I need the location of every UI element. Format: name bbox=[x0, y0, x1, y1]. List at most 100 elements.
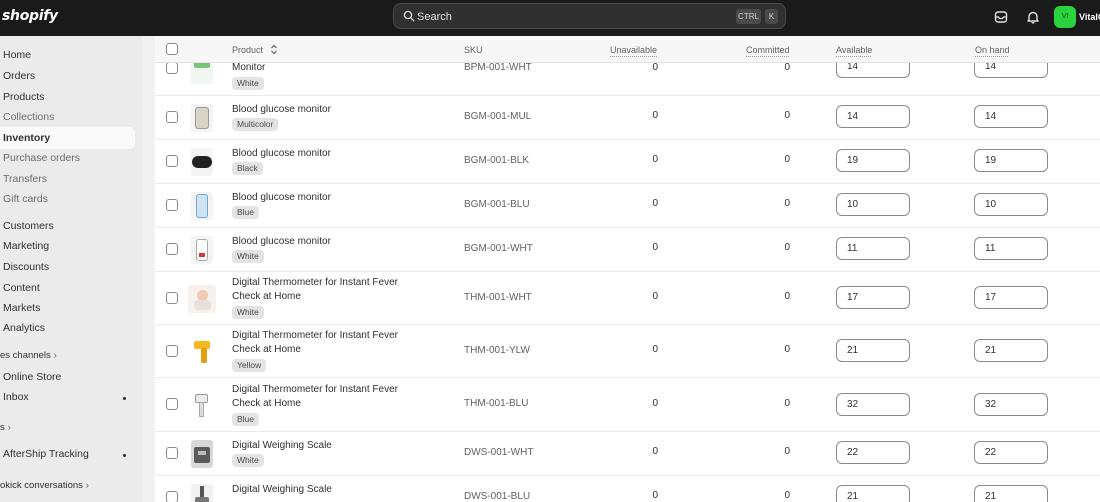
sidebar-item-products[interactable]: Products bbox=[3, 91, 44, 103]
on-hand-input[interactable]: 32 bbox=[974, 393, 1048, 416]
shopify-logo[interactable]: shopify bbox=[2, 8, 58, 24]
row-checkbox[interactable] bbox=[166, 398, 178, 410]
column-header-on-hand[interactable]: On hand bbox=[975, 45, 1010, 55]
sidebar-item-collections[interactable]: Collections bbox=[3, 111, 54, 123]
unavailable-value[interactable]: 0 bbox=[628, 446, 658, 457]
product-name[interactable]: Blood glucose monitor bbox=[232, 147, 417, 161]
committed-value: 0 bbox=[784, 291, 790, 302]
sidebar: Home Orders Products Collections Invento… bbox=[0, 36, 143, 502]
sidebar-item-orders[interactable]: Orders bbox=[3, 70, 35, 82]
column-header-sku[interactable]: SKU bbox=[464, 45, 483, 55]
product-thumbnail bbox=[188, 285, 216, 313]
avatar[interactable]: VI bbox=[1054, 6, 1076, 28]
available-input[interactable]: 19 bbox=[836, 149, 910, 172]
sidebar-item-inbox[interactable]: Inbox bbox=[3, 391, 29, 403]
available-input[interactable]: 11 bbox=[836, 237, 910, 260]
available-input[interactable]: 32 bbox=[836, 393, 910, 416]
sidebar-item-content[interactable]: Content bbox=[3, 282, 40, 294]
product-name[interactable]: Digital Thermometer for Instant Fever Ch… bbox=[232, 329, 417, 357]
unavailable-value[interactable]: 0 bbox=[628, 242, 658, 253]
sidebar-item-transfers[interactable]: Transfers bbox=[3, 173, 47, 185]
sidebar-item-home[interactable]: Home bbox=[3, 49, 31, 61]
table-row[interactable]: Blood glucose monitor Blue BGM-001-BLU 0… bbox=[155, 184, 1100, 228]
on-hand-input[interactable]: 21 bbox=[974, 485, 1048, 502]
available-input[interactable]: 14 bbox=[836, 105, 910, 128]
on-hand-input[interactable]: 11 bbox=[974, 237, 1048, 260]
on-hand-input[interactable]: 14 bbox=[974, 105, 1048, 128]
sidebar-item-analytics[interactable]: Analytics bbox=[3, 322, 45, 334]
unavailable-value[interactable]: 0 bbox=[628, 154, 658, 165]
store-inbox-icon[interactable] bbox=[993, 9, 1009, 25]
table-row[interactable]: Digital Weighing Scale DWS-001-BLU 0 0 2… bbox=[155, 476, 1100, 502]
unavailable-value[interactable]: 0 bbox=[628, 344, 658, 355]
unavailable-value[interactable]: 0 bbox=[628, 110, 658, 121]
available-input[interactable]: 21 bbox=[836, 339, 910, 362]
available-input[interactable]: 21 bbox=[836, 485, 910, 502]
product-name[interactable]: Blood glucose monitor bbox=[232, 235, 417, 249]
search-bar[interactable]: Search CTRL K bbox=[393, 3, 786, 29]
row-checkbox[interactable] bbox=[166, 292, 178, 304]
sidebar-item-conversations[interactable]: okick conversations › bbox=[0, 480, 89, 491]
unavailable-value[interactable]: 0 bbox=[628, 490, 658, 501]
sidebar-item-aftership-tracking[interactable]: AfterShip Tracking bbox=[3, 448, 89, 460]
table-row[interactable]: Digital Thermometer for Instant Fever Ch… bbox=[155, 378, 1100, 432]
row-checkbox[interactable] bbox=[166, 62, 178, 74]
product-thumbnail bbox=[191, 484, 213, 502]
column-header-unavailable[interactable]: Unavailable bbox=[610, 45, 657, 55]
row-checkbox[interactable] bbox=[166, 447, 178, 459]
sidebar-section-label: es channels bbox=[0, 350, 51, 361]
table-row[interactable]: Blood glucose monitor Multicolor BGM-001… bbox=[155, 96, 1100, 140]
row-checkbox[interactable] bbox=[166, 491, 178, 502]
product-name[interactable]: Digital Thermometer for Instant Fever Ch… bbox=[232, 276, 417, 304]
on-hand-input[interactable]: 22 bbox=[974, 441, 1048, 464]
sidebar-item-label: okick conversations bbox=[0, 480, 83, 491]
row-checkbox[interactable] bbox=[166, 199, 178, 211]
sidebar-section-sales-channels[interactable]: es channels › bbox=[0, 350, 57, 361]
on-hand-input[interactable]: 17 bbox=[974, 286, 1048, 309]
available-input[interactable]: 10 bbox=[836, 193, 910, 216]
unavailable-value[interactable]: 0 bbox=[628, 62, 658, 73]
sidebar-item-customers[interactable]: Customers bbox=[3, 220, 54, 232]
unavailable-value[interactable]: 0 bbox=[628, 398, 658, 409]
column-header-available[interactable]: Available bbox=[836, 45, 872, 55]
product-thumbnail bbox=[191, 148, 213, 176]
column-header-product[interactable]: Product bbox=[232, 44, 277, 55]
on-hand-input[interactable]: 19 bbox=[974, 149, 1048, 172]
row-checkbox[interactable] bbox=[166, 155, 178, 167]
sidebar-item-marketing[interactable]: Marketing bbox=[3, 240, 49, 252]
product-name[interactable]: Digital Weighing Scale bbox=[232, 483, 417, 497]
sidebar-item-purchase-orders[interactable]: Purchase orders bbox=[3, 152, 80, 164]
sidebar-item-gift-cards[interactable]: Gift cards bbox=[3, 193, 48, 205]
bell-icon[interactable] bbox=[1025, 9, 1041, 25]
product-name[interactable]: Blood glucose monitor bbox=[232, 191, 417, 205]
row-checkbox[interactable] bbox=[166, 345, 178, 357]
row-checkbox[interactable] bbox=[166, 111, 178, 123]
store-name[interactable]: VitalC bbox=[1079, 12, 1100, 22]
column-header-committed[interactable]: Committed bbox=[746, 45, 790, 55]
sidebar-section-apps[interactable]: s › bbox=[0, 422, 11, 433]
sidebar-item-inventory[interactable]: Inventory bbox=[3, 132, 50, 144]
sidebar-item-discounts[interactable]: Discounts bbox=[3, 261, 49, 273]
variant-badge: Multicolor bbox=[232, 118, 279, 131]
sidebar-item-online-store[interactable]: Online Store bbox=[3, 371, 61, 383]
available-input[interactable]: 17 bbox=[836, 286, 910, 309]
table-row[interactable]: Digital Weighing Scale White DWS-001-WHT… bbox=[155, 432, 1100, 476]
on-hand-input[interactable]: 10 bbox=[974, 193, 1048, 216]
unavailable-value[interactable]: 0 bbox=[628, 198, 658, 209]
chevron-right-icon: › bbox=[53, 350, 57, 360]
unavailable-value[interactable]: 0 bbox=[628, 291, 658, 302]
select-all-checkbox[interactable] bbox=[166, 43, 178, 55]
product-thumbnail bbox=[191, 236, 213, 264]
sidebar-item-markets[interactable]: Markets bbox=[3, 302, 40, 314]
product-name[interactable]: Digital Thermometer for Instant Fever Ch… bbox=[232, 383, 417, 411]
available-input[interactable]: 22 bbox=[836, 441, 910, 464]
product-name[interactable]: Digital Weighing Scale bbox=[232, 439, 417, 453]
table-row[interactable]: Blood glucose monitor Black BGM-001-BLK … bbox=[155, 140, 1100, 184]
on-hand-input[interactable]: 21 bbox=[974, 339, 1048, 362]
table-row[interactable]: Digital Thermometer for Instant Fever Ch… bbox=[155, 272, 1100, 325]
product-name[interactable]: Blood glucose monitor bbox=[232, 103, 417, 117]
product-name[interactable]: Monitor bbox=[232, 61, 417, 75]
row-checkbox[interactable] bbox=[166, 243, 178, 255]
table-row[interactable]: Blood glucose monitor White BGM-001-WHT … bbox=[155, 228, 1100, 272]
table-row[interactable]: Digital Thermometer for Instant Fever Ch… bbox=[155, 325, 1100, 378]
